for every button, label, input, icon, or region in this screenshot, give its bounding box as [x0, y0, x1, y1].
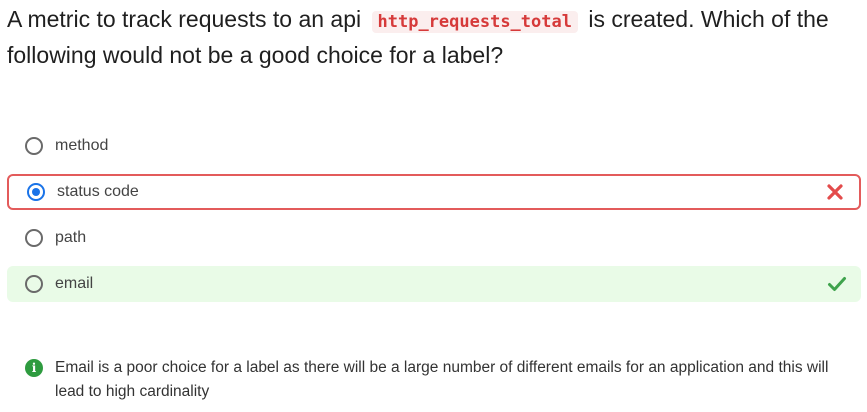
radio-button[interactable] — [25, 229, 43, 247]
option-path[interactable]: path — [7, 220, 861, 256]
option-label: email — [55, 275, 94, 292]
option-label: status code — [57, 183, 139, 200]
option-label: method — [55, 137, 109, 154]
metric-name-code: http_requests_total — [371, 11, 578, 33]
radio-button-selected[interactable] — [27, 183, 45, 201]
correct-check-icon — [828, 277, 846, 291]
option-label: path — [55, 229, 87, 246]
answer-options: method status code path email — [7, 128, 861, 312]
option-status-code[interactable]: status code — [7, 174, 861, 210]
radio-button[interactable] — [25, 275, 43, 293]
explanation-text: Email is a poor choice for a label as th… — [55, 359, 829, 400]
radio-button[interactable] — [25, 137, 43, 155]
option-method[interactable]: method — [7, 128, 861, 164]
option-email[interactable]: email — [7, 266, 861, 302]
incorrect-x-icon — [827, 184, 843, 200]
question-prefix: A metric to track requests to an api — [7, 6, 362, 32]
question-text: A metric to track requests to an api htt… — [7, 3, 857, 72]
explanation: i Email is a poor choice for a label as … — [25, 356, 845, 404]
info-icon: i — [25, 359, 43, 377]
